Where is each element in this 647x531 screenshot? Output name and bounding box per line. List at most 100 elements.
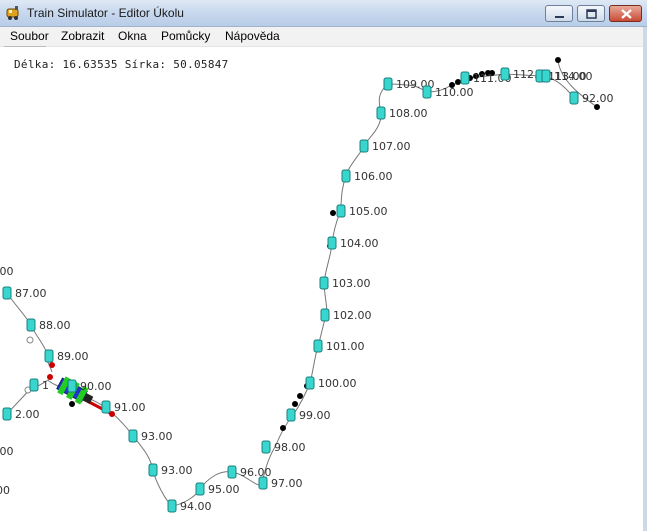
station-label: 2.00 [15,408,40,421]
station-label: 102.00 [333,309,372,322]
station-marker-icon [500,67,510,81]
station-marker[interactable]: 87.00 [2,286,47,300]
station-label: 89.00 [57,350,89,363]
station-label: 100.00 [318,377,357,390]
station-marker[interactable]: 95.00 [195,482,240,496]
path-point [69,401,75,407]
station-label: 98.00 [274,441,306,454]
station-marker-icon [128,429,138,443]
station-label: 97.00 [271,477,303,490]
station-marker-icon [422,85,432,99]
station-marker-icon [29,378,39,392]
station-marker-icon [261,440,271,454]
path-point [555,57,561,63]
station-marker[interactable]: 88.00 [26,318,71,332]
station-label: 94.00 [180,500,212,513]
station-marker[interactable]: 103.00 [319,276,371,290]
station-label: 104.00 [340,237,379,250]
station-marker-icon [376,106,386,120]
station-label: 107.00 [372,140,411,153]
station-marker[interactable]: 99.00 [286,408,331,422]
station-label: 93.00 [161,464,193,477]
station-marker-icon [227,465,237,479]
station-marker-icon [336,204,346,218]
station-label: 101.00 [326,340,365,353]
station-marker-icon [383,77,393,91]
station-marker-icon [320,308,330,322]
station-label: 99.00 [299,409,331,422]
station-label: 106.00 [354,170,393,183]
track-map[interactable]: 109.00110.00111.00 112.00113.00114.0092.0… [0,0,647,531]
station-label: .00 [0,265,14,278]
station-label: 92.00 [582,92,614,105]
station-marker-icon [195,482,205,496]
station-marker-icon [313,339,323,353]
station-marker[interactable]: 92.00 [569,91,614,105]
station-label: 110.00 [435,86,474,99]
station-label: 93.00 [141,430,173,443]
red-signal-point [49,362,55,368]
station-marker-icon [359,139,369,153]
station-label: 00 [0,484,10,497]
station-marker[interactable]: 102.00 [320,308,372,322]
track-line [6,59,598,507]
station-marker-icon [2,286,12,300]
station-marker[interactable]: .00 [0,265,14,278]
station-label: 103.00 [332,277,371,290]
station-marker-icon [286,408,296,422]
path-point [330,210,336,216]
station-marker[interactable]: 91.00 [101,400,146,414]
station-label: 105.00 [349,205,388,218]
station-marker[interactable]: 100.00 [305,376,357,390]
station-marker[interactable]: 107.00 [359,139,411,153]
station-marker-icon [460,71,470,85]
station-label: 90.00 [80,380,112,393]
station-label: 95.00 [208,483,240,496]
station-marker-icon [541,69,551,83]
station-label: .00 [0,445,14,458]
station-label: 114.00 [554,70,593,83]
station-marker[interactable]: 98.00 [261,440,306,454]
station-marker[interactable]: 101.00 [313,339,365,353]
hollow-point [26,336,34,344]
station-marker[interactable]: 94.00 [167,499,212,513]
station-marker[interactable]: 93.00 [128,429,173,443]
station-marker-icon [44,349,54,363]
station-marker-icon [327,236,337,250]
station-markers: 109.00110.00111.00 112.00113.00114.0092.0… [0,67,614,513]
station-marker[interactable]: 2.00 [2,407,40,421]
station-marker-icon [148,463,158,477]
station-marker[interactable]: 104.00 [327,236,379,250]
station-marker-icon [67,379,77,393]
station-marker[interactable]: .00 [0,445,14,458]
station-marker-icon [167,499,177,513]
station-marker-icon [569,91,579,105]
station-label: 88.00 [39,319,71,332]
path-point [297,393,303,399]
station-label: 87.00 [15,287,47,300]
path-point [280,425,286,431]
station-label: 91.00 [114,401,146,414]
station-marker-icon [305,376,315,390]
station-marker-icon [319,276,329,290]
station-marker[interactable]: 96.00 [227,465,272,479]
station-marker-icon [2,407,12,421]
window-right-frame [643,27,647,531]
path-point [292,401,298,407]
station-marker[interactable]: 108.00 [376,106,428,120]
station-marker[interactable]: 110.00 [422,85,474,99]
station-marker[interactable]: 114.00 [541,69,593,83]
path-point [455,79,461,85]
station-label: 108.00 [389,107,428,120]
station-marker[interactable]: 105.00 [336,204,388,218]
station-marker[interactable]: 90.00 [67,379,112,393]
coordinates-readout: Délka: 16.63535 Sírka: 50.05847 [14,58,229,71]
station-marker[interactable]: 93.00 [148,463,193,477]
station-marker[interactable]: 106.00 [341,169,393,183]
station-label: 96.00 [240,466,272,479]
station-marker-icon [101,400,111,414]
station-marker[interactable]: 00 [0,484,10,497]
station-label: 1 [42,379,49,392]
station-marker-icon [341,169,351,183]
station-marker[interactable]: 89.00 [44,349,89,363]
